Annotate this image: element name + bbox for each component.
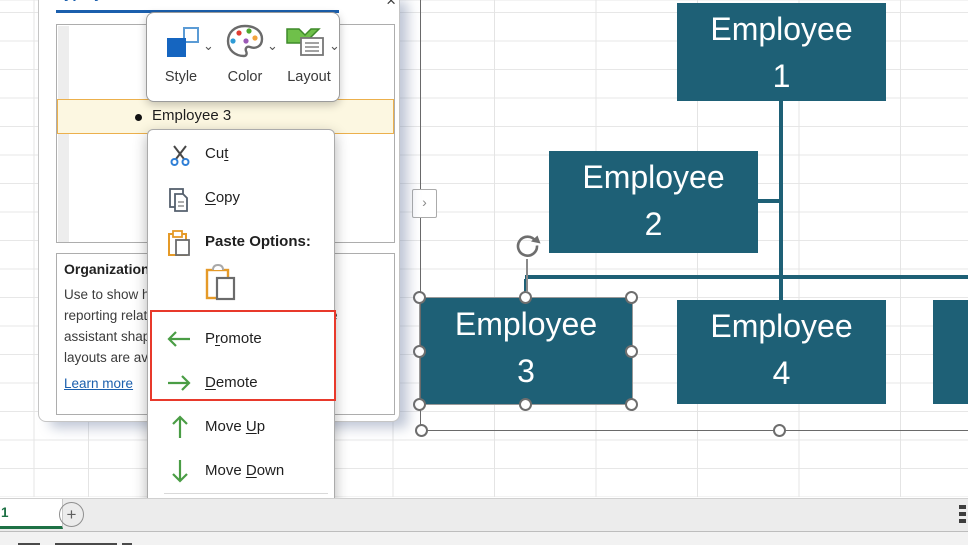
paste-clipboard-icon <box>204 264 238 302</box>
add-sheet-button[interactable]: + <box>59 502 84 527</box>
text-pane-title: Type your text here <box>56 0 193 2</box>
chevron-down-icon: ⌄ <box>267 41 278 51</box>
layout-icon <box>285 23 329 61</box>
resize-handle-top-right[interactable] <box>625 291 638 304</box>
menu-item-label: Move Up <box>205 418 265 435</box>
bullet-icon <box>135 114 142 121</box>
menu-item-move-down[interactable]: Move Down <box>148 455 334 489</box>
context-menu: Cut Copy Paste Options: <box>147 129 335 537</box>
rotate-handle-stem <box>526 259 528 292</box>
style-button[interactable]: ⌄ Style <box>155 21 213 93</box>
list-item-label: Employee 3 <box>152 107 231 124</box>
frame-resize-handle-bottom-left[interactable] <box>415 424 428 437</box>
mini-toolbar: ⌄ Style ⌄ Color ⌄ <box>146 12 340 102</box>
copy-icon <box>167 187 193 213</box>
style-icon <box>167 38 186 57</box>
scissors-icon <box>168 143 192 167</box>
resize-handle-bottom-right[interactable] <box>625 398 638 411</box>
connector-trunk <box>525 275 968 279</box>
chevron-down-icon: ⌄ <box>203 41 214 51</box>
learn-more-link[interactable]: Learn more <box>64 376 133 391</box>
status-bar <box>0 531 968 545</box>
menu-item-label: Copy <box>205 189 240 206</box>
menu-item-label: Cut <box>205 145 228 162</box>
org-box-4-line2: 4 <box>773 355 791 391</box>
resize-handle-bottom-left[interactable] <box>413 398 426 411</box>
menu-item-copy[interactable]: Copy <box>148 182 334 216</box>
menu-item-label: Paste Options: <box>205 233 311 250</box>
connector-vertical-employee1 <box>779 101 783 279</box>
selection-outline <box>419 297 633 405</box>
sheet-tab-bar: 1 + <box>0 498 968 531</box>
promote-demote-highlight-box <box>150 310 336 401</box>
resize-handle-mid-left[interactable] <box>413 345 426 358</box>
org-box-1-line1: Employee <box>710 11 852 47</box>
color-palette-icon <box>225 23 265 61</box>
org-box-employee-2[interactable]: Employee 2 <box>549 151 758 253</box>
org-box-employee-1[interactable]: Employee 1 <box>677 3 886 101</box>
scroll-grip[interactable] <box>959 512 966 516</box>
excel-window: Employee 1 Employee 2 Employee 3 Employe… <box>0 0 968 545</box>
resize-handle-top-center[interactable] <box>519 291 532 304</box>
layout-button[interactable]: ⌄ Layout <box>281 21 339 93</box>
style-button-label: Style <box>155 69 207 85</box>
menu-item-move-up[interactable]: Move Up <box>148 411 334 445</box>
paste-option-keep-formatting-button[interactable] <box>204 264 244 306</box>
connector-employee2 <box>758 199 783 203</box>
frame-resize-handle-bottom-center[interactable] <box>773 424 786 437</box>
menu-separator <box>164 493 328 494</box>
menu-item-label: Move Down <box>205 462 284 479</box>
clipboard-icon <box>166 230 192 257</box>
sheet-tab-label: 1 <box>0 505 9 520</box>
org-box-4-line1: Employee <box>710 308 852 344</box>
org-box-2-line1: Employee <box>582 159 724 195</box>
org-box-employee-4[interactable]: Employee 4 <box>677 300 886 404</box>
org-box-employee-5-partial[interactable]: Employee <box>933 300 968 404</box>
resize-handle-mid-right[interactable] <box>625 345 638 358</box>
org-box-2-line2: 2 <box>645 206 663 242</box>
layout-button-label: Layout <box>283 69 335 85</box>
connector-drop-employee4 <box>779 279 783 300</box>
arrow-up-icon <box>171 414 189 440</box>
chevron-down-icon: ⌄ <box>329 41 340 51</box>
resize-handle-top-left[interactable] <box>413 291 426 304</box>
smartart-frame-bottom-border <box>420 430 968 431</box>
menu-item-paste-options: Paste Options: <box>148 226 334 260</box>
sheet-tab-active[interactable]: 1 <box>0 499 63 529</box>
close-icon[interactable]: × <box>386 0 396 8</box>
arrow-down-icon <box>171 458 189 484</box>
color-button-label: Color <box>219 69 271 85</box>
plus-icon: + <box>67 505 77 524</box>
scroll-grip[interactable] <box>959 505 966 509</box>
list-left-strip <box>58 26 69 242</box>
collapse-chevron-icon: › <box>422 194 427 210</box>
org-box-1-line2: 1 <box>773 58 791 94</box>
menu-item-cut[interactable]: Cut <box>148 138 334 172</box>
rotate-handle-icon[interactable] <box>513 231 542 260</box>
scroll-grip[interactable] <box>959 519 966 523</box>
color-button[interactable]: ⌄ Color <box>217 21 277 93</box>
resize-handle-bottom-center[interactable] <box>519 398 532 411</box>
